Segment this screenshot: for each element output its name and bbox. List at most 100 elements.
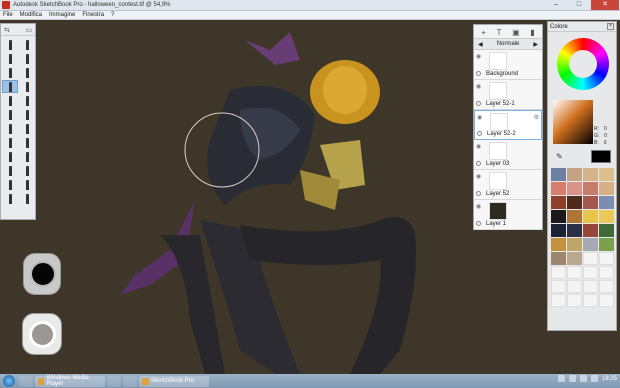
brush-tool-5[interactable]	[2, 66, 18, 79]
color-swatch[interactable]	[551, 280, 566, 293]
color-swatch[interactable]	[599, 210, 614, 223]
layer-radio[interactable]	[476, 191, 481, 196]
color-swatch[interactable]	[551, 224, 566, 237]
color-swatch[interactable]	[583, 252, 598, 265]
brush-tool-10[interactable]	[19, 94, 35, 107]
brush-tool-20[interactable]	[19, 164, 35, 177]
color-wheel[interactable]	[557, 38, 609, 90]
layer-options-icon[interactable]: ⚙	[534, 114, 539, 121]
color-swatch[interactable]	[599, 280, 614, 293]
color-swatch[interactable]	[583, 266, 598, 279]
brush-tool-24[interactable]	[19, 192, 35, 205]
color-swatch[interactable]	[567, 196, 582, 209]
color-swatch[interactable]	[583, 224, 598, 237]
layer-item-selected[interactable]: ◉ Layer 52-2 ⚙	[474, 110, 542, 140]
color-swatch[interactable]	[567, 210, 582, 223]
color-swatch[interactable]	[583, 210, 598, 223]
brush-tool-15[interactable]	[2, 136, 18, 149]
brush-tool-7-selected[interactable]	[2, 80, 18, 93]
taskbar-sketchbook[interactable]: SketchBook Pro	[139, 375, 209, 387]
color-swatch[interactable]	[599, 238, 614, 251]
color-swatch[interactable]	[583, 196, 598, 209]
color-swatch[interactable]	[567, 294, 582, 307]
color-swatch[interactable]	[567, 238, 582, 251]
color-swatch[interactable]	[551, 266, 566, 279]
trash-icon[interactable]: ▮	[530, 28, 534, 37]
tray-icon[interactable]	[568, 375, 576, 382]
layer-radio[interactable]	[476, 101, 481, 106]
brush-tool-18[interactable]	[19, 150, 35, 163]
brush-tool-14[interactable]	[19, 122, 35, 135]
color-swatch[interactable]	[567, 182, 582, 195]
color-swatch[interactable]	[551, 294, 566, 307]
close-icon[interactable]: ×	[607, 23, 614, 30]
undo-icon[interactable]: ⇆	[4, 26, 10, 34]
layer-radio[interactable]	[476, 221, 481, 226]
brush-tool-9[interactable]	[2, 94, 18, 107]
color-swatch[interactable]	[567, 266, 582, 279]
brush-size-puck[interactable]	[23, 253, 61, 295]
eye-icon[interactable]: ◉	[476, 53, 481, 60]
color-swatch[interactable]	[599, 266, 614, 279]
taskbar-folder-icon[interactable]	[123, 375, 137, 387]
layer-item[interactable]: ◉ Background	[474, 50, 542, 80]
color-swatch[interactable]	[551, 182, 566, 195]
chevron-left-icon[interactable]: ◀	[478, 41, 483, 48]
menu-help[interactable]: ?	[111, 11, 114, 19]
brush-tool-1[interactable]	[2, 38, 18, 51]
eye-icon[interactable]: ◉	[477, 114, 482, 121]
tray-icon[interactable]	[557, 375, 565, 382]
color-swatch[interactable]	[599, 168, 614, 181]
chevron-right-icon[interactable]: ▶	[533, 41, 538, 48]
eye-icon[interactable]: ◉	[476, 203, 481, 210]
color-swatch[interactable]	[583, 182, 598, 195]
brush-tool-19[interactable]	[2, 164, 18, 177]
layer-item[interactable]: ◉ Layer 52	[474, 170, 542, 200]
brush-tool-16[interactable]	[19, 136, 35, 149]
menu-modifica[interactable]: Modifica	[20, 11, 42, 19]
color-swatch[interactable]	[583, 280, 598, 293]
layout-icon[interactable]: ▭	[25, 26, 32, 34]
color-swatch[interactable]	[567, 168, 582, 181]
minimize-button[interactable]: –	[545, 0, 567, 10]
brush-tool-4[interactable]	[19, 52, 35, 65]
brush-tool-21[interactable]	[2, 178, 18, 191]
brush-tool-8[interactable]	[19, 80, 35, 93]
blend-mode-selector[interactable]: ◀ Normale ▶	[474, 38, 542, 50]
brush-tool-17[interactable]	[2, 150, 18, 163]
color-swatch[interactable]	[583, 238, 598, 251]
color-puck[interactable]	[22, 313, 62, 355]
color-swatch[interactable]	[551, 210, 566, 223]
color-swatch[interactable]	[551, 196, 566, 209]
current-color-swatch[interactable]	[591, 150, 611, 163]
brush-tool-23[interactable]	[2, 192, 18, 205]
menu-immagine[interactable]: Immagine	[49, 11, 75, 19]
saturation-value-box[interactable]	[553, 100, 593, 144]
color-swatch[interactable]	[599, 224, 614, 237]
color-swatch[interactable]	[567, 224, 582, 237]
add-layer-icon[interactable]: +	[481, 28, 486, 37]
eye-icon[interactable]: ◉	[476, 173, 481, 180]
text-layer-icon[interactable]: T	[497, 28, 502, 37]
taskbar-media-player[interactable]: Windows Media Player	[35, 375, 105, 387]
layer-radio[interactable]	[476, 71, 481, 76]
color-swatch[interactable]	[551, 252, 566, 265]
layer-item[interactable]: ◉ Layer 1	[474, 200, 542, 230]
brush-tool-3[interactable]	[2, 52, 18, 65]
color-swatch[interactable]	[599, 182, 614, 195]
brush-tool-6[interactable]	[19, 66, 35, 79]
start-button[interactable]	[3, 375, 15, 387]
brush-tool-12[interactable]	[19, 108, 35, 121]
eyedropper-icon[interactable]: ✎	[556, 152, 563, 161]
color-swatch[interactable]	[583, 168, 598, 181]
eye-icon[interactable]: ◉	[476, 143, 481, 150]
layer-radio[interactable]	[477, 131, 482, 136]
layer-radio[interactable]	[476, 161, 481, 166]
color-swatch[interactable]	[551, 168, 566, 181]
color-swatch[interactable]	[599, 294, 614, 307]
close-button[interactable]: ✕	[591, 0, 619, 10]
brush-tool-11[interactable]	[2, 108, 18, 121]
brush-tool-13[interactable]	[2, 122, 18, 135]
color-swatch[interactable]	[551, 238, 566, 251]
color-swatch[interactable]	[567, 280, 582, 293]
